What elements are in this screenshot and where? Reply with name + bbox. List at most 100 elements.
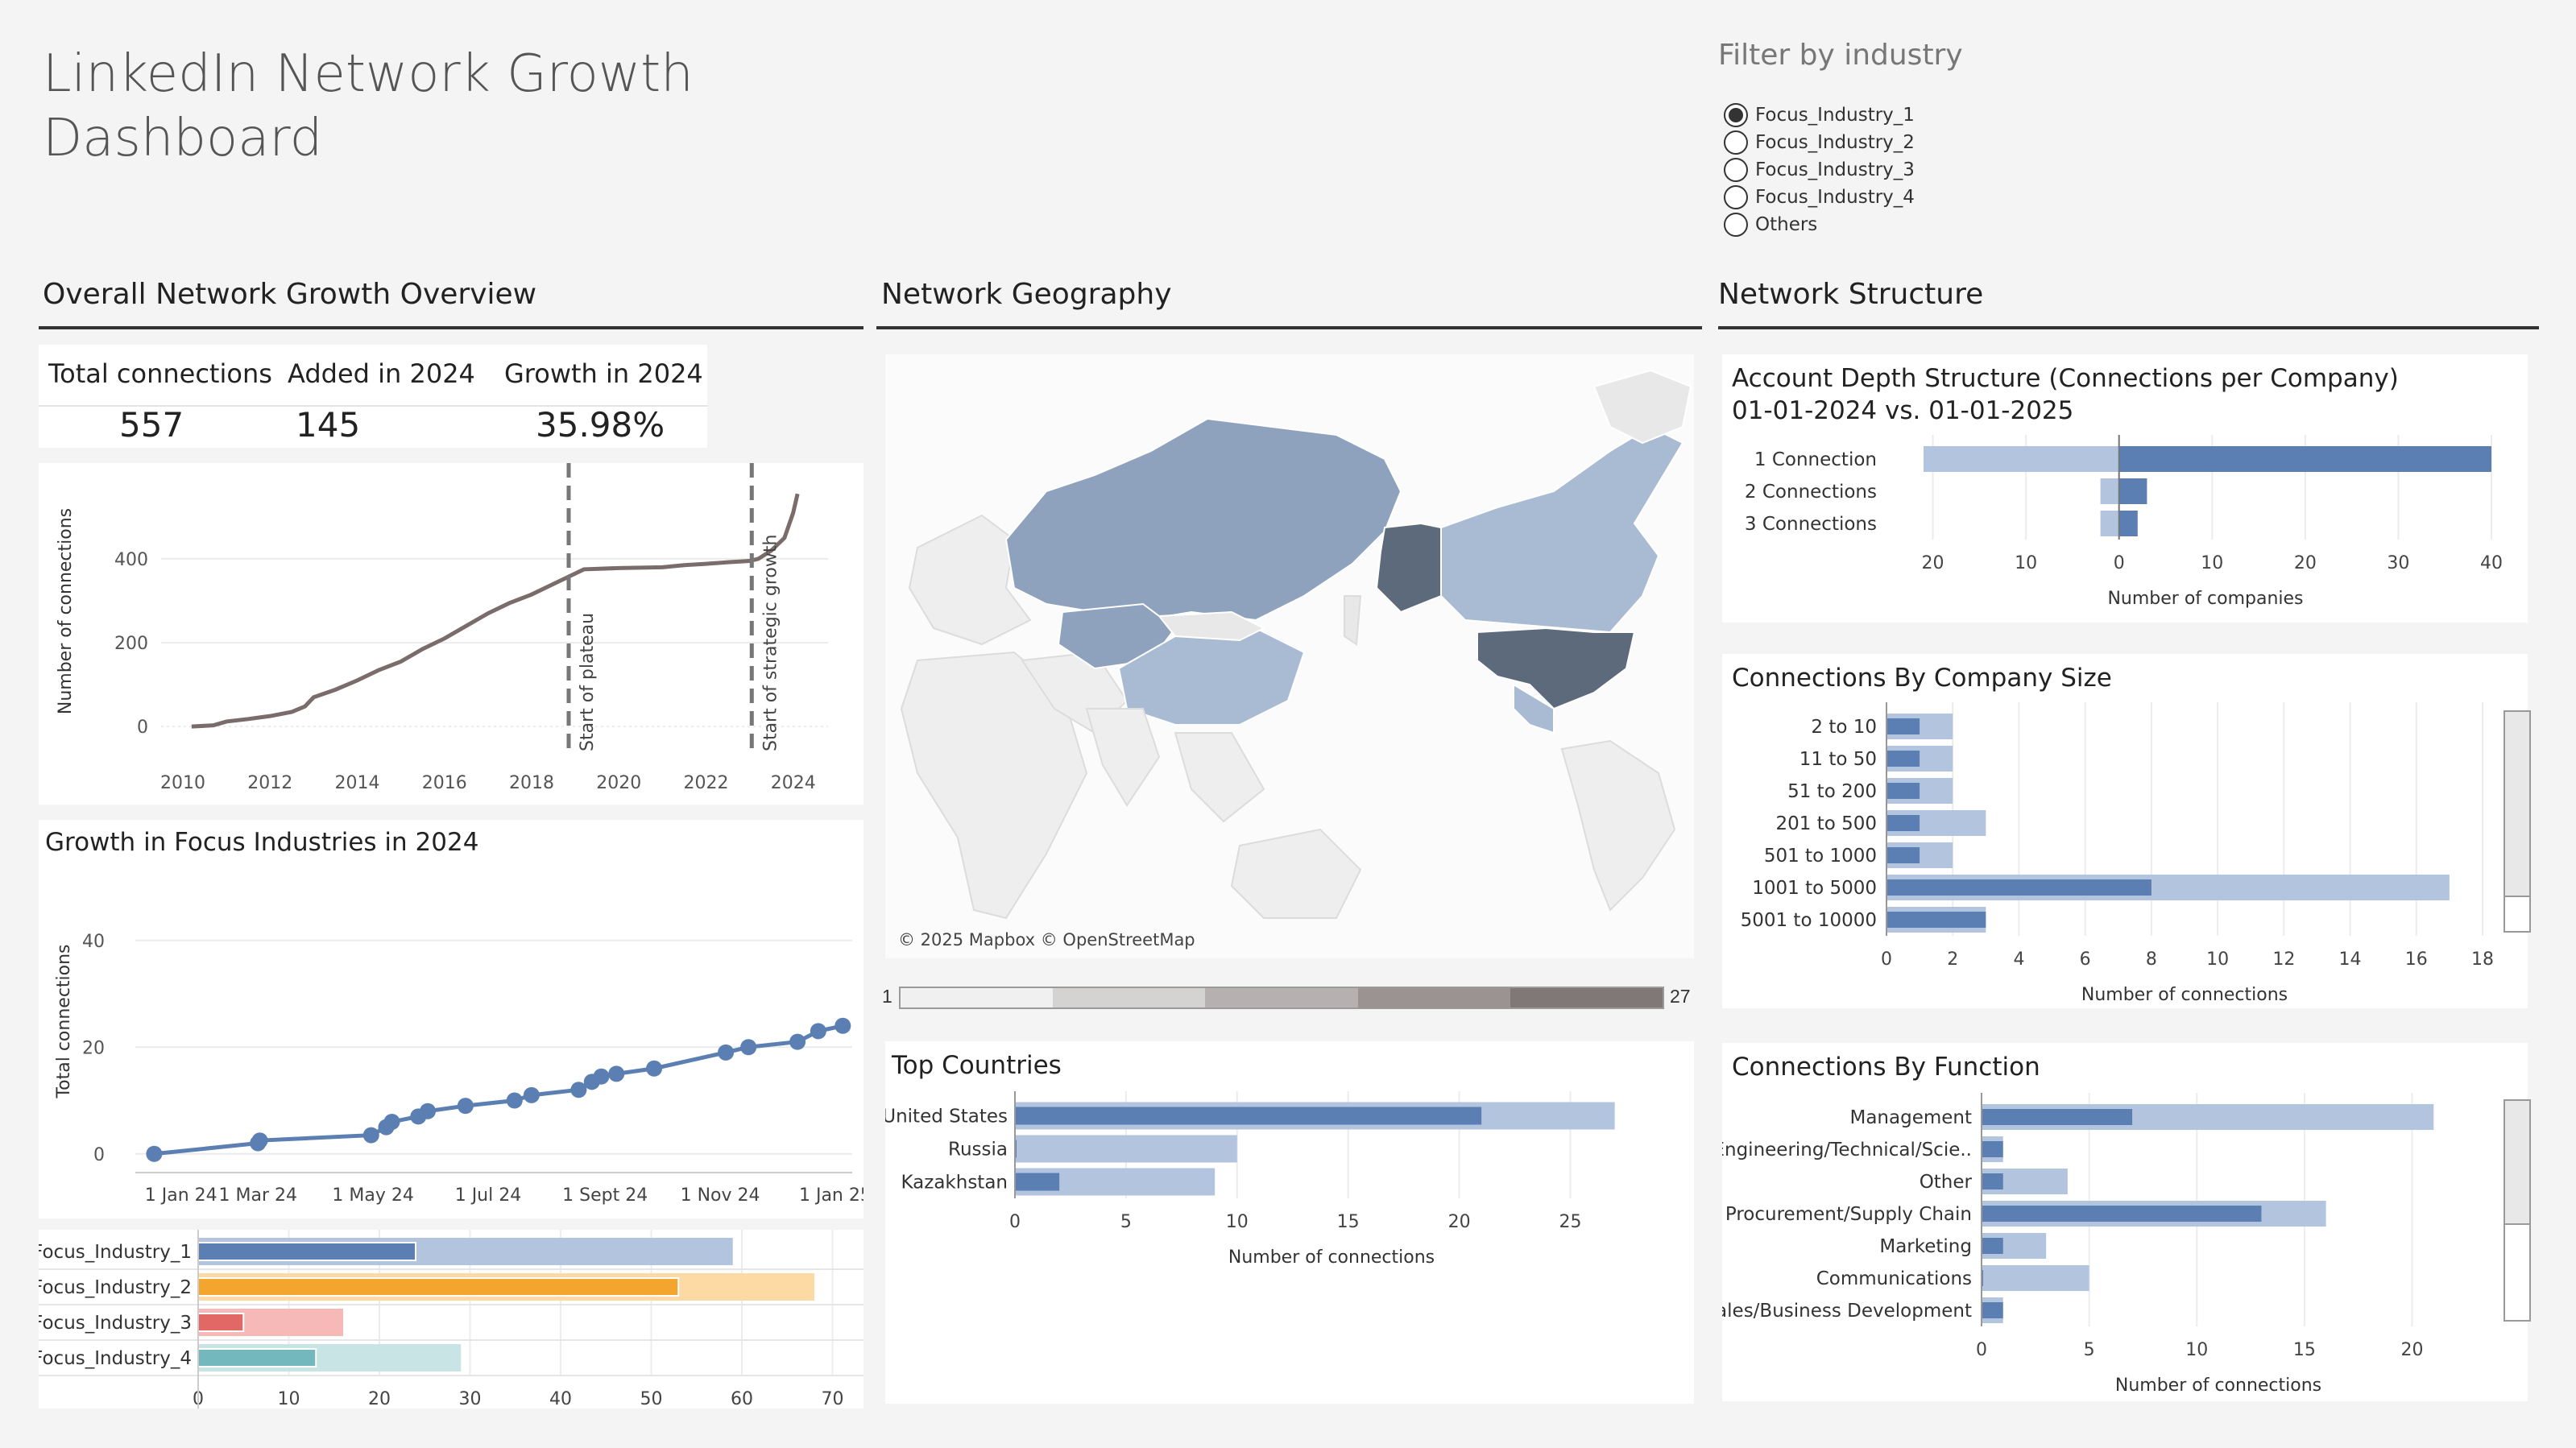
data-point	[383, 1114, 400, 1130]
radio-button[interactable]	[1724, 213, 1748, 237]
x-tick-label: 0	[1009, 1212, 1021, 1232]
x-tick-label: 10	[2206, 949, 2229, 970]
bar-2024	[197, 1242, 416, 1261]
annotation-label: Start of strategic growth	[760, 535, 781, 751]
data-point	[420, 1103, 437, 1119]
category-label: Russia	[948, 1140, 1008, 1160]
y-tick-label: 40	[82, 932, 105, 952]
x-tick-label: 5	[1120, 1212, 1132, 1232]
y-tick-label: 0	[137, 718, 148, 738]
section-divider	[1718, 326, 2539, 329]
bar-total	[1982, 1265, 2089, 1291]
x-axis-label: Number of companies	[2107, 589, 2303, 609]
world-map[interactable]	[885, 354, 1694, 958]
category-label: 3 Connections	[1745, 514, 1877, 535]
category-label: Communications	[1816, 1268, 1972, 1289]
x-tick-label: 2012	[247, 773, 292, 793]
x-tick-label: 20	[368, 1389, 391, 1409]
x-tick-label: 16	[2405, 949, 2428, 970]
scrollbar-thumb[interactable]	[2505, 1101, 2529, 1225]
x-tick-label: 8	[2146, 949, 2157, 970]
bar-2024	[1982, 1206, 2262, 1222]
radio-button[interactable]	[1724, 103, 1748, 127]
map-legend-max: 27	[1670, 986, 1691, 1007]
bar-2025-start	[2118, 446, 2491, 472]
category-label: Kazakhstan	[901, 1173, 1008, 1194]
map-legend-min: 1	[882, 986, 892, 1007]
x-tick-label: 2018	[509, 773, 554, 793]
bar-2024	[1982, 1238, 2003, 1254]
filter-option-label: Focus_Industry_3	[1755, 159, 1915, 180]
x-tick-label: 4	[2013, 949, 2024, 970]
top-countries-bar-chart: United States Russia Kazakhstan0 5 10 15 20 25 N…	[882, 1091, 1615, 1268]
category-label: Focus_Industry_1	[39, 1242, 192, 1263]
x-tick-label: 15	[2293, 1340, 2316, 1360]
account-depth-subtitle: 01-01-2024 vs. 01-01-2025	[1732, 396, 2074, 425]
x-tick-label: 30	[459, 1389, 482, 1409]
category-label: 11 to 50	[1799, 749, 1877, 770]
category-label: United States	[885, 1107, 1008, 1127]
category-label: Focus_Industry_3	[39, 1313, 192, 1334]
company-size-scrollbar[interactable]	[2504, 710, 2531, 933]
x-tick-label: 1 Jan 25	[799, 1185, 863, 1206]
bar-2024	[1982, 1302, 2003, 1318]
x-tick-label: 20	[1922, 553, 1944, 573]
filter-option-focus-industry-3[interactable]: Focus_Industry_3	[1724, 156, 1915, 184]
data-point	[740, 1039, 757, 1056]
x-tick-label: 0	[1976, 1340, 1987, 1360]
function-bar-chart: Management Engineering/Technical/Scie.. Ot…	[1704, 1093, 2434, 1396]
bar-2024	[1015, 1107, 1482, 1125]
map-panel[interactable]: © 2025 Mapbox © OpenStreetMap	[885, 354, 1694, 958]
filter-option-others[interactable]: Others	[1724, 211, 1817, 238]
filter-option-focus-industry-1[interactable]: Focus_Industry_1	[1724, 101, 1915, 129]
focus-growth-title: Growth in Focus Industries in 2024	[45, 828, 479, 857]
category-label: Procurement/Supply Chain	[1725, 1204, 1972, 1225]
bar-2024	[1982, 1173, 2003, 1189]
y-tick-label: 200	[114, 634, 148, 654]
x-tick-label: 20	[1448, 1212, 1471, 1232]
x-tick-label: 0	[2114, 553, 2125, 573]
radio-button[interactable]	[1724, 185, 1748, 209]
bar-2024-start	[2100, 511, 2119, 536]
x-tick-label: 10	[1226, 1212, 1249, 1232]
scrollbar-thumb[interactable]	[2505, 712, 2529, 897]
x-tick-label: 50	[640, 1389, 663, 1409]
category-label: Focus_Industry_2	[39, 1277, 192, 1298]
growth-chart-panel: 0 200 400 2010 2012 2014 2016 2018 2020 2022 2024 N…	[39, 463, 863, 805]
bar-2024	[1886, 847, 1920, 863]
filter-option-focus-industry-4[interactable]: Focus_Industry_4	[1724, 184, 1915, 211]
x-tick-label: 2022	[683, 773, 728, 793]
x-tick-label: 2	[1947, 949, 1958, 970]
data-point	[646, 1060, 663, 1077]
account-depth-title: Account Depth Structure (Connections per…	[1732, 364, 2399, 393]
x-tick-label: 1 Jul 24	[455, 1185, 522, 1206]
function-panel: Connections By Function Management Engine…	[1704, 1043, 2531, 1401]
x-tick-label: 20	[2294, 553, 2317, 573]
function-scrollbar[interactable]	[2504, 1099, 2531, 1322]
growth-line-chart: 0 200 400 2010 2012 2014 2016 2018 2020 2022 2024 N…	[56, 463, 828, 793]
x-tick-label: 40	[549, 1389, 572, 1409]
x-tick-label: 20	[2401, 1340, 2424, 1360]
data-point	[608, 1065, 625, 1082]
x-tick-label: 1 Mar 24	[218, 1185, 297, 1206]
category-label: 201 to 500	[1775, 813, 1877, 834]
category-label: Marketing	[1879, 1236, 1972, 1257]
annotation-label: Start of plateau	[578, 613, 598, 751]
bar-2024	[1886, 912, 1986, 928]
section-divider	[39, 326, 863, 329]
filter-option-focus-industry-2[interactable]: Focus_Industry_2	[1724, 129, 1915, 156]
map-attribution[interactable]: © 2025 Mapbox © OpenStreetMap	[898, 930, 1195, 949]
dashboard-title: LinkedIn Network Growth Dashboard	[43, 42, 694, 171]
category-label: Management	[1849, 1107, 1972, 1128]
category-label: 501 to 1000	[1764, 846, 1877, 867]
data-point	[810, 1023, 826, 1040]
data-point	[835, 1017, 851, 1034]
focus-industry-bar-chart: Focus_Industry_1 Focus_Industry_2 Focus_In…	[32, 1226, 867, 1409]
category-label: Other	[1920, 1172, 1973, 1193]
radio-button[interactable]	[1724, 130, 1748, 155]
x-tick-label: 14	[2339, 949, 2362, 970]
radio-selected-dot	[1729, 108, 1743, 122]
radio-button[interactable]	[1724, 158, 1748, 182]
bar-2024	[1886, 783, 1920, 799]
kpi-growth-label: Growth in 2024	[504, 358, 703, 389]
